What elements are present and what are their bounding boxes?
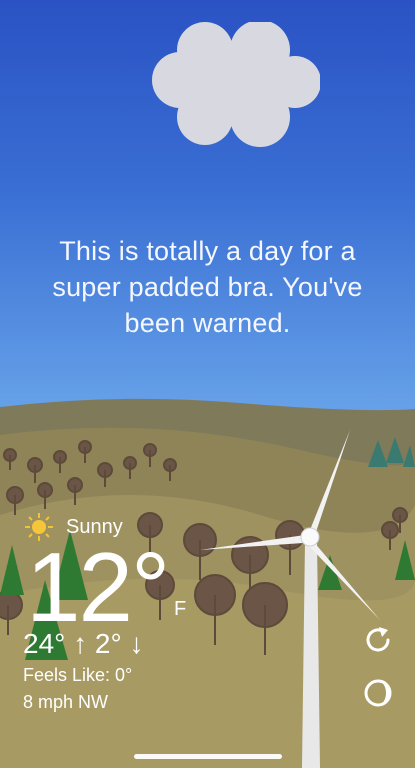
up-arrow-icon: ↑ [73, 628, 88, 659]
half-moon-icon[interactable] [361, 676, 395, 710]
wind-turbine-illustration [200, 430, 380, 768]
cloud-illustration [152, 22, 320, 147]
message-line-3: been warned. [124, 308, 291, 338]
temperature-unit: F [174, 598, 187, 620]
message-line-1: This is totally a day for a [59, 236, 356, 266]
high-low-temperature: 24° ↑ 2° ↓ [23, 628, 143, 660]
high-temperature: 24° [23, 628, 66, 659]
feels-like-label: Feels Like: 0° [23, 665, 133, 685]
message-line-2: super padded bra. You've [52, 272, 363, 302]
low-temperature: 2° [94, 628, 122, 659]
refresh-icon[interactable] [361, 623, 395, 657]
down-arrow-icon: ↓ [129, 628, 144, 659]
current-temperature: 12° [26, 532, 170, 642]
weather-message: This is totally a day for a super padded… [20, 233, 395, 341]
wind-label: 8 mph NW [23, 692, 109, 712]
home-indicator[interactable] [134, 754, 282, 759]
